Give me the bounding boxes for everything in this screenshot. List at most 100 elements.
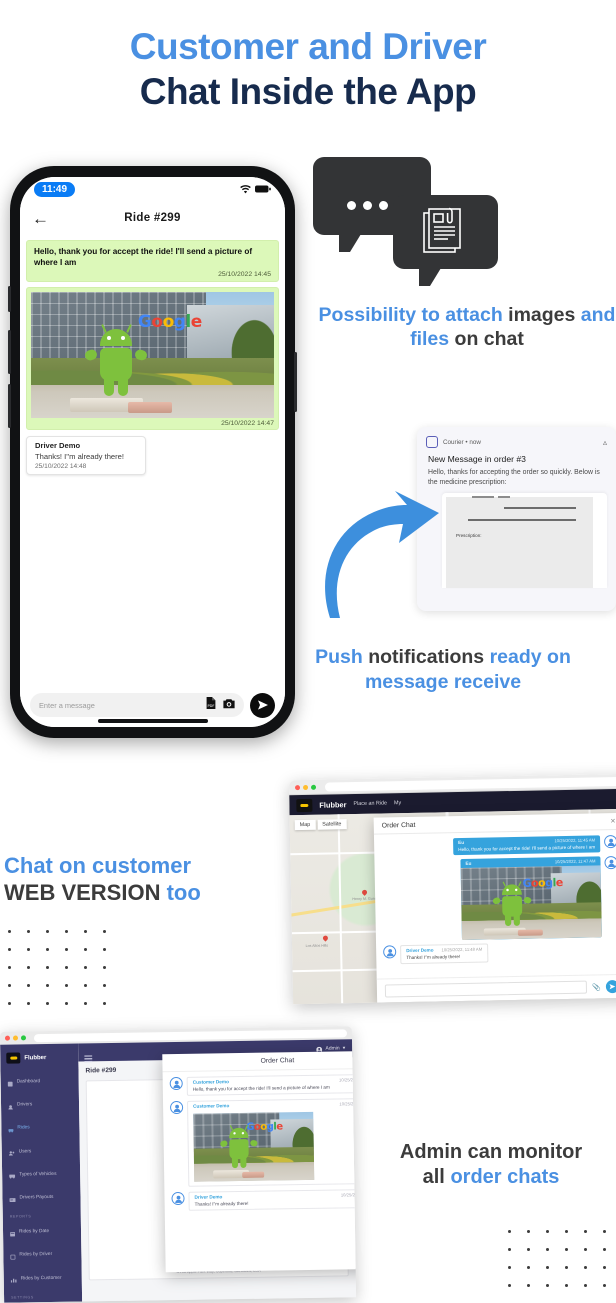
sidebar-item-rides[interactable]: Rides xyxy=(1,1116,79,1140)
user-icon xyxy=(172,1080,180,1088)
chat-message-incoming: Driver Demo 10/25/2022, 11:48 AM Thanks!… xyxy=(383,941,616,965)
message-input-field[interactable]: Enter a message PDF xyxy=(30,693,244,717)
sidebar-item-drivers[interactable]: Drivers xyxy=(1,1093,79,1117)
message-text: Thanks! I''m already there! xyxy=(406,954,461,961)
hamburger-menu-icon[interactable] xyxy=(84,1049,93,1067)
wifi-icon xyxy=(240,184,251,193)
phone-silent-button[interactable] xyxy=(8,286,11,312)
sidebar-item-dashboard[interactable]: Dashboard xyxy=(1,1070,79,1094)
message-timestamp: 10/25/2022, 11:48 AM xyxy=(441,946,483,953)
phone-volume-up-button[interactable] xyxy=(8,330,11,374)
page-title-line-1: Customer and Driver xyxy=(129,26,487,67)
sidebar-item-general-settings[interactable]: General Settings xyxy=(4,1300,82,1303)
message-timestamp: 10/25/2022, 11:45 AM xyxy=(338,1077,357,1083)
modal-message-input[interactable] xyxy=(384,980,588,998)
statue-plinth-2 xyxy=(128,401,172,414)
phone-power-button[interactable] xyxy=(294,352,297,412)
phone-volume-down-button[interactable] xyxy=(8,384,11,428)
window-close-button[interactable] xyxy=(294,784,301,790)
admin-layout: Flubber Dashboard Drivers Rides Users Ty… xyxy=(0,1039,357,1303)
window-minimize-button[interactable] xyxy=(12,1035,19,1041)
window-minimize-button[interactable] xyxy=(302,784,309,790)
chat-bubble-outgoing: Hello, thank you for accept the ride! I'… xyxy=(26,240,279,283)
notification-attachment-preview[interactable]: Prescription: xyxy=(442,493,607,589)
web-callout-part-3: too xyxy=(166,880,201,906)
message-timestamp: 10/25/2022, 11:48 AM xyxy=(340,1192,357,1198)
chat-bubble-image[interactable]: Google 25/10/2022 14:47 xyxy=(26,287,279,431)
android-mascot-statue xyxy=(84,323,149,401)
typing-dots xyxy=(347,201,388,210)
message-sender: Eu xyxy=(458,839,465,846)
modal-send-button[interactable] xyxy=(605,979,616,994)
map-type-satellite-button[interactable]: Satellite xyxy=(317,819,347,830)
users-icon xyxy=(8,1143,15,1161)
modal-message-list[interactable]: Eu 10/25/2022, 11:45 AM Hello, thank you… xyxy=(374,830,616,979)
map-pin[interactable] xyxy=(321,934,329,942)
decorative-dot-grid-right xyxy=(508,1230,616,1302)
sidebar-item-drivers-payouts[interactable]: Drivers Payouts xyxy=(2,1185,80,1209)
admin-brand[interactable]: Flubber xyxy=(0,1049,78,1071)
chat-app-header: ← Ride #299 xyxy=(20,201,285,235)
map-type-map-button[interactable]: Map xyxy=(294,819,316,831)
phone-mockup: 11:49 ← Ride #299 Hello, thank you for a… xyxy=(8,166,297,738)
message-bubble: Driver Demo 10/25/2022, 11:48 AM Thanks!… xyxy=(188,1188,357,1211)
avatar xyxy=(170,1100,184,1115)
app-icon xyxy=(426,436,438,448)
curved-arrow-up-right-icon xyxy=(322,478,440,618)
window-maximize-button[interactable] xyxy=(310,784,317,790)
nav-link-place-ride[interactable]: Place an Ride xyxy=(353,800,387,807)
admin-page-title: Ride #299 xyxy=(85,1066,117,1074)
pdf-attach-icon[interactable]: PDF xyxy=(206,696,216,714)
nav-link-my[interactable]: My xyxy=(394,800,401,806)
paperclip-icon[interactable]: 📎 xyxy=(592,983,601,991)
chat-message-list[interactable]: Hello, thank you for accept the ride! I'… xyxy=(20,235,285,683)
message-text: Hello, thank you for accept the ride! I'… xyxy=(34,247,253,268)
modal-message-list[interactable]: Customer Demo 10/25/2022, 11:45 AM Hello… xyxy=(163,1069,357,1273)
admin-callout-part-1: Admin can monitor xyxy=(399,1141,583,1163)
ride-icon xyxy=(8,1120,14,1138)
android-mascot-statue xyxy=(219,1125,259,1172)
sidebar-item-rides-by-customer[interactable]: Rides by Customer xyxy=(4,1266,82,1290)
window-close-button[interactable] xyxy=(4,1035,11,1041)
send-button[interactable] xyxy=(250,692,275,718)
camera-icon[interactable] xyxy=(223,696,235,714)
admin-main: Admin ▾ Ride #299 Map Edit Back Total $2… xyxy=(78,1039,357,1302)
admin-order-chat-modal: Order Chat ✕ Customer Demo xyxy=(162,1050,357,1273)
sidebar-item-rides-by-driver[interactable]: Rides by Driver xyxy=(3,1243,81,1267)
calendar-icon xyxy=(10,1223,16,1241)
user-icon xyxy=(173,1104,181,1112)
chat-message: Driver Demo 10/25/2022, 11:48 AM Thanks!… xyxy=(171,1188,357,1211)
chevron-up-icon[interactable]: ▵ xyxy=(603,438,607,447)
send-icon xyxy=(609,983,616,990)
message-timestamp: 10/25/2022, 11:45 AM xyxy=(554,837,596,844)
sidebar-item-types-of-vehicles[interactable]: Types of Vehicles xyxy=(2,1162,80,1186)
avatar xyxy=(603,834,616,849)
document-attachment-icon xyxy=(423,206,468,261)
push-notification-card[interactable]: Courier • now ▵ New Message in order #3 … xyxy=(417,427,616,611)
chat-message: Customer Demo 10/25/2022, 11:45 AM Hello… xyxy=(169,1073,357,1096)
web-callout-part-2: WEB VERSION xyxy=(4,880,161,906)
doc-dash-1 xyxy=(472,496,494,498)
window-maximize-button[interactable] xyxy=(20,1035,27,1041)
web-brand: Flubber xyxy=(319,799,347,810)
close-icon[interactable]: ✕ xyxy=(610,817,616,825)
attach-callout-part-2: images xyxy=(508,304,576,326)
user-icon xyxy=(607,838,615,846)
map-pin[interactable] xyxy=(361,888,369,896)
send-paper-plane-icon xyxy=(257,700,268,710)
sidebar-item-rides-by-date[interactable]: Rides by Date xyxy=(3,1220,81,1244)
sidebar-item-users[interactable]: Users xyxy=(2,1139,80,1163)
message-sender: Eu xyxy=(465,860,472,866)
map-type-controls: Map Satellite xyxy=(294,819,347,831)
chat-title: Ride #299 xyxy=(124,212,181,224)
android-mascot-statue xyxy=(491,881,533,929)
web-callout-part-1: Chat on customer xyxy=(4,853,192,878)
google-hq-android-photo[interactable]: Google xyxy=(193,1111,315,1182)
user-icon xyxy=(174,1195,182,1203)
chat-message-outgoing: Eu 10/25/2022, 11:45 AM Hello, thank you… xyxy=(381,834,616,857)
message-sender: Driver Demo xyxy=(406,947,434,954)
sidebar-item-label: Users xyxy=(18,1148,32,1155)
google-hq-android-photo[interactable]: Google xyxy=(460,865,602,940)
message-text: Hello, thank you for accept the ride! I'… xyxy=(458,844,596,853)
driver-report-icon xyxy=(10,1246,16,1264)
